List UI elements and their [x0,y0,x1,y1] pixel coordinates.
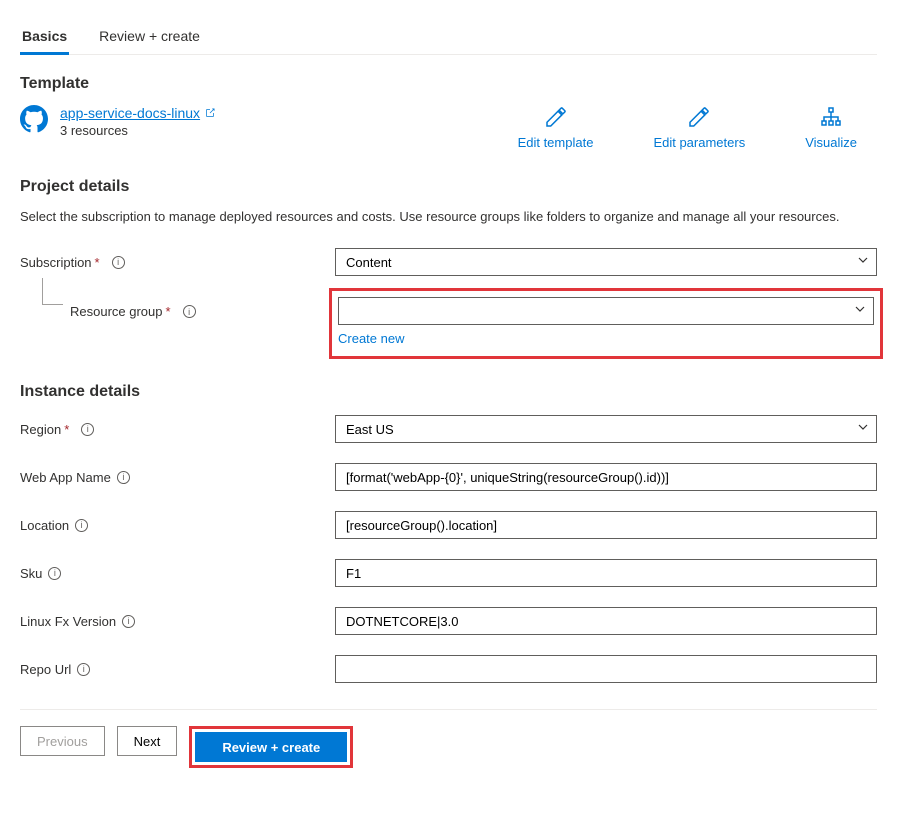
pencil-icon [687,105,711,129]
repo-url-label: Repo Url [20,662,71,677]
resource-group-select[interactable] [338,297,874,325]
info-icon[interactable]: i [112,256,125,269]
review-create-highlight: Review + create [189,726,353,768]
info-icon[interactable]: i [117,471,130,484]
project-details-heading: Project details [20,178,877,196]
info-icon[interactable]: i [81,423,94,436]
info-icon[interactable]: i [75,519,88,532]
linuxfx-input[interactable] [335,607,877,635]
template-link[interactable]: app-service-docs-linux [60,105,216,121]
create-new-link[interactable]: Create new [338,331,874,346]
instance-details-heading: Instance details [20,383,877,401]
repo-url-input[interactable] [335,655,877,683]
visualize-icon [819,105,843,129]
tab-bar: Basics Review + create [20,20,877,55]
resource-group-highlight: Create new [329,288,883,359]
previous-button: Previous [20,726,105,756]
template-heading: Template [20,75,877,93]
required-mark: * [95,255,100,270]
linuxfx-label: Linux Fx Version [20,614,116,629]
visualize-label: Visualize [805,135,857,150]
edit-parameters-label: Edit parameters [653,135,745,150]
info-icon[interactable]: i [77,663,90,676]
info-icon[interactable]: i [122,615,135,628]
edit-parameters-button[interactable]: Edit parameters [653,105,745,150]
template-resources: 3 resources [60,123,518,138]
template-name-text: app-service-docs-linux [60,105,200,121]
subscription-select[interactable]: Content [335,248,877,276]
tab-basics[interactable]: Basics [20,20,69,55]
edit-template-button[interactable]: Edit template [518,105,594,150]
required-mark: * [64,422,69,437]
info-icon[interactable]: i [183,305,196,318]
location-label: Location [20,518,69,533]
info-icon[interactable]: i [48,567,61,580]
template-row: app-service-docs-linux 3 resources Edit … [20,105,877,150]
visualize-button[interactable]: Visualize [805,105,857,150]
external-link-icon [204,107,216,119]
next-button[interactable]: Next [117,726,178,756]
tab-review-create[interactable]: Review + create [97,20,202,54]
github-icon [20,105,48,133]
pencil-icon [544,105,568,129]
sku-label: Sku [20,566,42,581]
required-mark: * [166,304,171,319]
sku-input[interactable] [335,559,877,587]
review-create-button[interactable]: Review + create [195,732,347,762]
project-details-desc: Select the subscription to manage deploy… [20,208,877,226]
subscription-label: Subscription [20,255,92,270]
footer-bar: Previous Next Review + create [20,709,877,768]
resource-group-label: Resource group [70,304,163,319]
location-input[interactable] [335,511,877,539]
webapp-name-input[interactable] [335,463,877,491]
webapp-name-label: Web App Name [20,470,111,485]
region-label: Region [20,422,61,437]
region-select[interactable]: East US [335,415,877,443]
edit-template-label: Edit template [518,135,594,150]
